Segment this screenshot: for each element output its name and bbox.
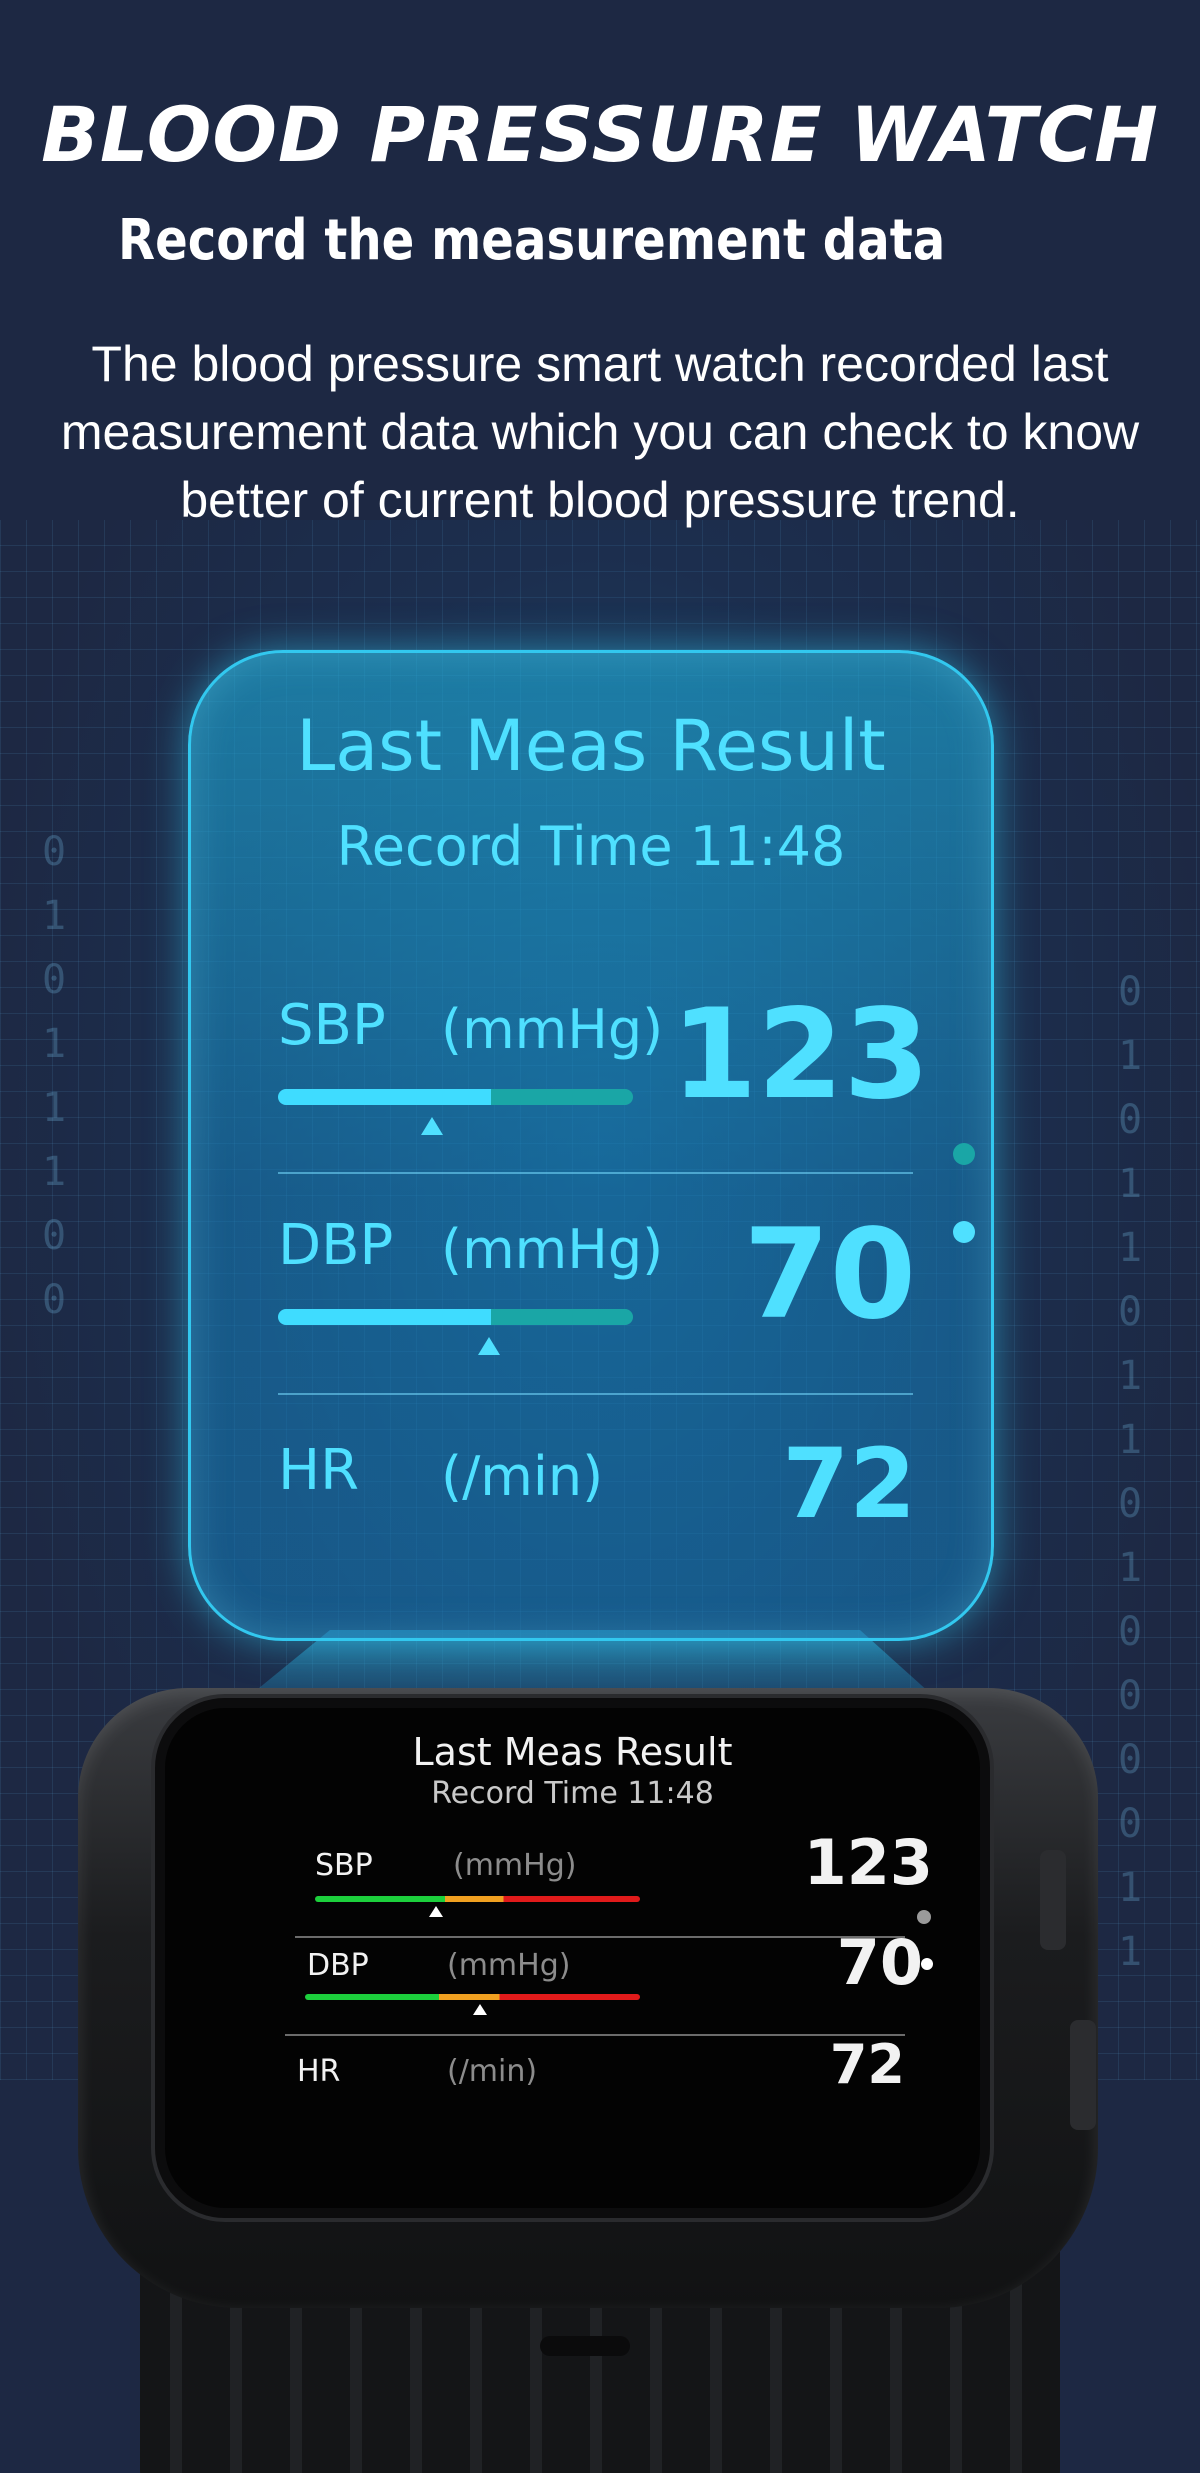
screen-dbp-label: DBP [307, 1948, 369, 1983]
page-title: BLOOD PRESSURE WATCH [41, 90, 1159, 179]
projection-sbp-value: 123 [671, 983, 930, 1127]
screen-dbp-value: 70 [836, 1926, 923, 1999]
screen-sbp-label: SBP [315, 1848, 373, 1883]
product-banner: 0 1 0 1 1 1 0 0 0 1 0 1 1 0 1 1 0 1 0 0 … [0, 0, 1200, 2473]
screen-hr-value: 72 [829, 2033, 905, 2096]
binary-decoration-left: 0 1 0 1 1 1 0 0 [42, 829, 67, 1323]
screen-sbp-value: 123 [803, 1826, 933, 1899]
projection-sbp-marker [421, 1117, 443, 1135]
watch-screen: Last Meas Result Record Time 11:48 SBP (… [155, 1698, 990, 2218]
screen-hr-label: HR [297, 2054, 341, 2089]
projection-panel: Last Meas Result Record Time 11:48 SBP (… [188, 650, 994, 1641]
projection-title: Last Meas Result [296, 705, 886, 787]
projection-dbp-value: 70 [743, 1203, 916, 1347]
projection-sbp-unit: (mmHg) [441, 998, 664, 1061]
screen-title: Last Meas Result [412, 1730, 733, 1774]
screen-hr-unit: (/min) [447, 2054, 538, 2089]
screen-dbp-gauge [305, 1994, 640, 2000]
projection-sbp-gauge [278, 1089, 633, 1105]
indicator-dot [917, 1910, 931, 1924]
page-subtitle: Record the measurement data [118, 208, 946, 273]
watch-side-button[interactable] [1070, 2020, 1096, 2130]
page-description: The blood pressure smart watch recorded … [60, 336, 1140, 528]
projection-dbp-unit: (mmHg) [441, 1218, 664, 1281]
projection-hr-label: HR [278, 1438, 360, 1503]
screen-sbp-marker [429, 1906, 443, 1917]
projection-dbp-gauge [278, 1309, 633, 1325]
screen-sbp-gauge [315, 1896, 640, 1902]
indicator-dot [953, 1221, 975, 1243]
screen-dbp-unit: (mmHg) [447, 1948, 571, 1983]
projection-sbp-label: SBP [278, 993, 386, 1058]
screen-dbp-marker [473, 2004, 487, 2015]
indicator-dot [953, 1143, 975, 1165]
screen-record-time: Record Time 11:48 [431, 1776, 714, 1811]
projection-hr-value: 72 [782, 1428, 916, 1540]
projection-dbp-label: DBP [278, 1213, 394, 1278]
screen-sbp-unit: (mmHg) [453, 1848, 577, 1883]
projection-record-time: Record Time 11:48 [336, 815, 846, 878]
watch-side-button[interactable] [1040, 1850, 1066, 1950]
projection-hr-unit: (/min) [441, 1445, 604, 1508]
indicator-dot [921, 1958, 933, 1970]
binary-decoration-right: 0 1 0 1 1 0 1 1 0 1 0 0 0 0 1 1 [1118, 969, 1143, 1975]
projection-divider [278, 1393, 913, 1395]
projection-dbp-marker [478, 1337, 500, 1355]
watch-sensor-port [540, 2336, 630, 2356]
projection-divider [278, 1172, 913, 1174]
